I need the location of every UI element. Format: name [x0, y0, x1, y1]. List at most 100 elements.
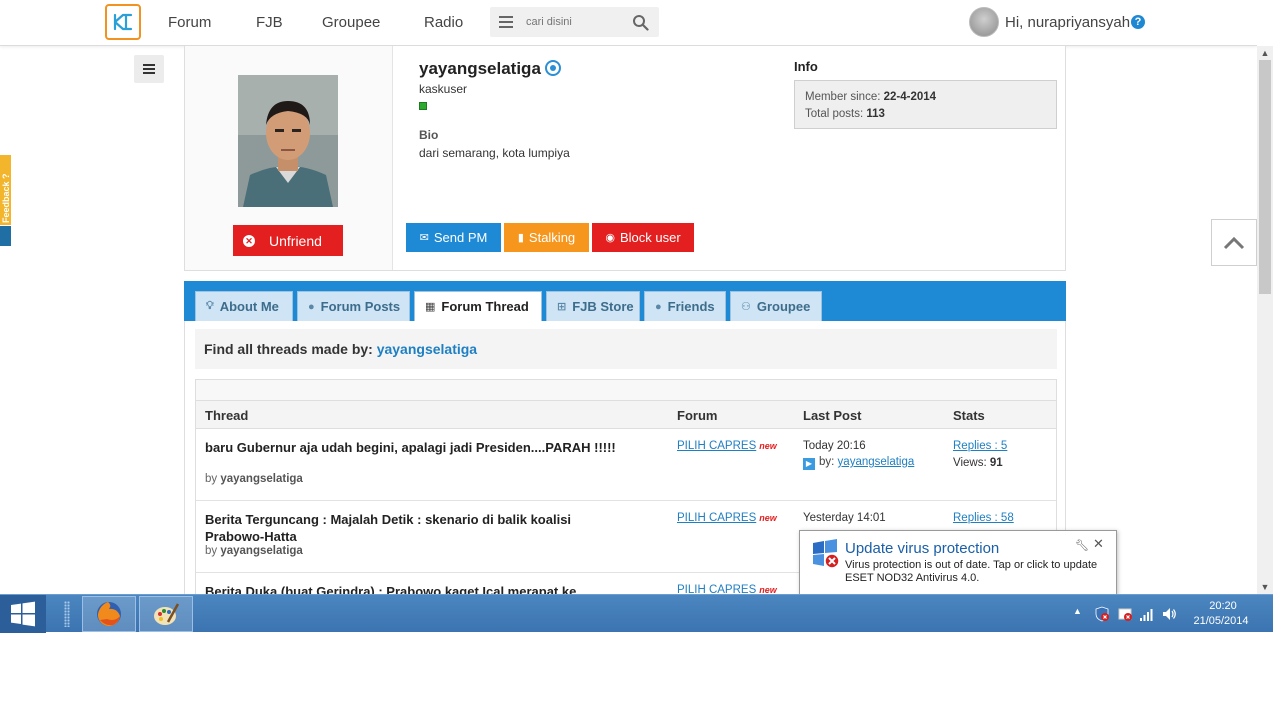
- profile-card: ✕ Unfriend yayangselatiga kaskuser Bio d…: [184, 46, 1066, 271]
- tab-about-me[interactable]: 💡︎ About Me: [195, 291, 293, 321]
- profile-photo-image: [238, 75, 338, 207]
- search-input[interactable]: [526, 12, 626, 32]
- firefox-taskbar-button[interactable]: [82, 596, 136, 632]
- kaskus-logo[interactable]: [105, 4, 141, 40]
- network-signal-icon[interactable]: [1139, 606, 1155, 622]
- taskbar-grip[interactable]: [64, 601, 70, 627]
- views-label: Views:: [953, 457, 990, 469]
- help-icon[interactable]: ?: [1131, 15, 1145, 29]
- feedback-label: Feedback ?: [1, 173, 11, 223]
- unfriend-button[interactable]: ✕ Unfriend: [233, 225, 343, 256]
- start-button[interactable]: [0, 595, 46, 633]
- replies-link[interactable]: Replies : 5: [953, 440, 1007, 452]
- action-center-warning-icon[interactable]: [1094, 606, 1110, 622]
- wrench-icon[interactable]: 🔧︎: [1075, 539, 1089, 552]
- group-icon: ⚇: [741, 301, 751, 313]
- browser-viewport: Forum FJB Groupee Radio Hi, nurapriyansy…: [0, 0, 1257, 594]
- tab-groupee[interactable]: ⚇ Groupee: [730, 291, 822, 321]
- remove-icon: ✕: [243, 234, 255, 247]
- tab-friends[interactable]: ● Friends: [644, 291, 726, 321]
- table-top-bar: [196, 380, 1056, 401]
- eye-slash-icon: ◉: [605, 232, 615, 244]
- windows-logo-icon: [11, 601, 35, 627]
- last-post-date: Yesterday 14:01: [803, 512, 886, 524]
- profile-rank: kaskuser: [419, 82, 468, 96]
- find-threads-label: Find all threads made by:: [204, 341, 377, 357]
- table-header: Thread Forum Last Post Stats: [196, 401, 1056, 429]
- column-header-stats: Stats: [953, 408, 985, 423]
- search-box: [490, 7, 659, 37]
- last-post-date: Today 20:16: [803, 440, 866, 452]
- thread-forum-link[interactable]: PILIH CAPRES new: [677, 584, 777, 594]
- chat-icon: ●: [308, 300, 315, 313]
- search-icon[interactable]: [632, 14, 649, 31]
- scroll-to-top-button[interactable]: [1211, 219, 1257, 266]
- antivirus-notification[interactable]: Update virus protection Virus protection…: [799, 530, 1117, 596]
- views-value: 91: [989, 457, 1003, 469]
- thread-title-link[interactable]: Berita Terguncang : Majalah Detik : sken…: [205, 511, 625, 545]
- last-post-user-link[interactable]: yayangselatiga: [838, 456, 915, 468]
- find-threads-bar: Find all threads made by: yayangselatiga: [195, 329, 1057, 369]
- chevron-up-icon: [1223, 236, 1245, 249]
- tab-label: About Me: [219, 299, 279, 314]
- column-header-thread: Thread: [205, 408, 249, 423]
- total-posts-label: Total posts:: [805, 108, 867, 120]
- go-to-post-icon[interactable]: ▶: [803, 458, 815, 470]
- eset-tray-icon[interactable]: [1117, 606, 1133, 622]
- windows-security-icon: [813, 539, 840, 569]
- scroll-down-icon[interactable]: ▼: [1257, 580, 1273, 594]
- sidebar-toggle-button[interactable]: [134, 55, 164, 83]
- thread-author-label: by: [205, 545, 221, 557]
- scroll-up-icon[interactable]: ▲: [1257, 46, 1273, 60]
- unfriend-label: Unfriend: [269, 232, 322, 249]
- scrollbar-thumb[interactable]: [1259, 60, 1271, 294]
- find-threads-user-link[interactable]: yayangselatiga: [377, 341, 477, 357]
- nav-groupee-link[interactable]: Groupee: [322, 14, 380, 31]
- nav-fjb-link[interactable]: FJB: [256, 14, 283, 31]
- info-label: Info: [794, 59, 818, 74]
- user-greeting[interactable]: Hi, nurapriyansyah: [1005, 14, 1130, 31]
- user-avatar[interactable]: [969, 7, 999, 37]
- feedback-icon[interactable]: [0, 226, 11, 246]
- thread-forum-link[interactable]: PILIH CAPRES new: [677, 512, 777, 524]
- thread-title-link[interactable]: baru Gubernur aja udah begini, apalagi j…: [205, 439, 625, 456]
- firefox-icon: [97, 602, 121, 627]
- thread-title-link[interactable]: Berita Duka (buat Gerindra) : Prabowo ka…: [205, 583, 625, 594]
- thread-author-label: by: [205, 473, 221, 485]
- send-pm-button[interactable]: ✉ Send PM: [406, 223, 501, 252]
- tab-label: Forum Posts: [320, 299, 401, 314]
- nav-forum-link[interactable]: Forum: [168, 14, 211, 31]
- menu-icon[interactable]: [498, 14, 514, 30]
- envelope-icon: ✉: [419, 232, 429, 244]
- clock-time[interactable]: 20:20: [1195, 600, 1251, 612]
- thread-author: by yayangselatiga: [205, 473, 303, 485]
- volume-icon[interactable]: [1161, 606, 1177, 622]
- thread-author-name[interactable]: yayangselatiga: [220, 473, 302, 485]
- show-hidden-icons-icon[interactable]: ▲: [1073, 606, 1082, 616]
- tab-fjb-store[interactable]: ⊞ FJB Store: [546, 291, 640, 321]
- bio-label: Bio: [419, 128, 439, 142]
- online-status-icon: [419, 102, 427, 110]
- stalking-button[interactable]: ▮ Stalking: [504, 223, 589, 252]
- notification-title: Update virus protection: [845, 540, 1000, 557]
- hamburger-icon: [143, 64, 155, 74]
- replies-link[interactable]: Replies : 58: [953, 512, 1014, 524]
- bulb-icon: 💡︎: [206, 300, 214, 312]
- close-icon[interactable]: ✕: [1093, 536, 1104, 552]
- member-since-value: 22-4-2014: [883, 91, 937, 103]
- block-user-button[interactable]: ◉ Block user: [592, 223, 694, 252]
- tab-label: Groupee: [756, 299, 811, 314]
- info-box: Member since: 22-4-2014 Total posts: 113: [794, 80, 1057, 129]
- stalking-label: Stalking: [528, 230, 576, 245]
- profile-photo-panel: ✕ Unfriend: [185, 46, 393, 270]
- tab-forum-posts[interactable]: ● Forum Posts: [297, 291, 410, 321]
- thread-forum-link[interactable]: PILIH CAPRES new: [677, 440, 777, 452]
- clock-date[interactable]: 21/05/2014: [1190, 615, 1252, 627]
- profile-username: yayangselatiga: [419, 59, 541, 78]
- paint-taskbar-button[interactable]: [139, 596, 193, 632]
- feedback-tab[interactable]: Feedback ?: [0, 155, 11, 225]
- thread-author-name[interactable]: yayangselatiga: [220, 545, 302, 557]
- tab-forum-thread[interactable]: ▦ Forum Thread: [414, 291, 542, 321]
- member-since-label: Member since:: [805, 91, 884, 103]
- nav-radio-link[interactable]: Radio: [424, 14, 463, 31]
